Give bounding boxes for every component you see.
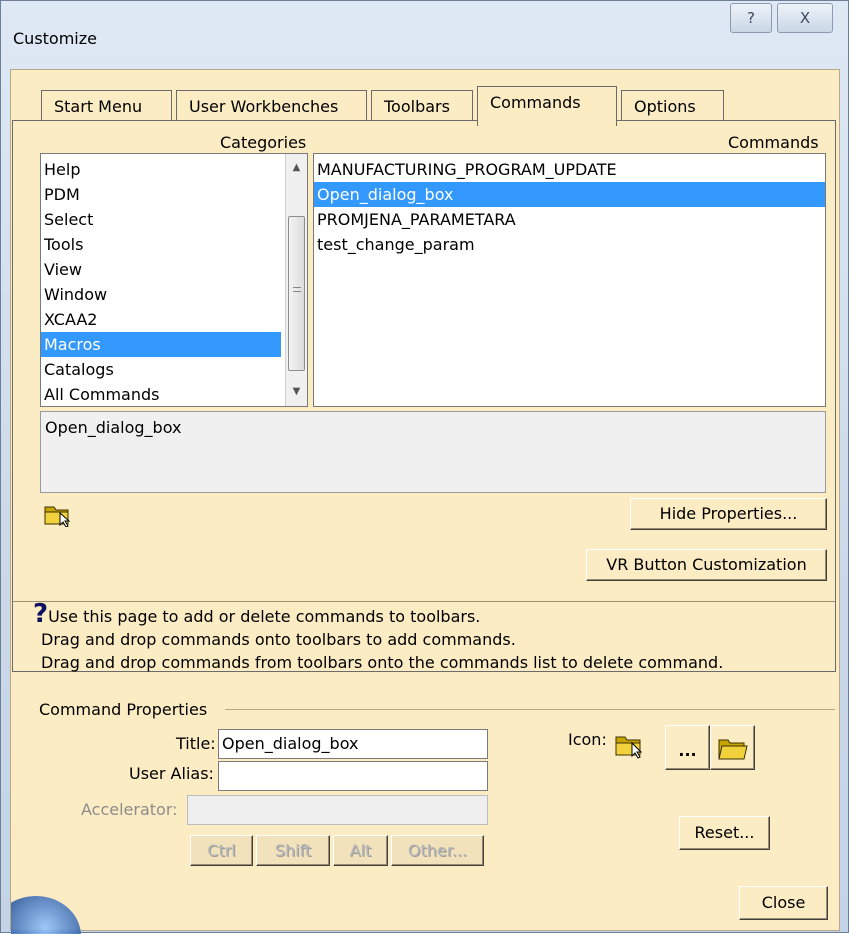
list-item[interactable]: PDM xyxy=(41,182,307,207)
list-item[interactable]: MANUFACTURING_PROGRAM_UPDATE xyxy=(314,157,825,182)
folder-cursor-icon xyxy=(44,506,71,527)
user-alias-label: User Alias: xyxy=(129,764,214,783)
categories-header: Categories xyxy=(220,133,307,152)
list-item[interactable]: All Commands xyxy=(41,382,307,406)
accelerator-label: Accelerator: xyxy=(81,800,178,819)
close-icon: X xyxy=(799,9,811,27)
dialog-client: Start Menu User Workbenches Toolbars Com… xyxy=(10,69,840,934)
help-line: Drag and drop commands from toolbars ont… xyxy=(41,653,724,672)
close-button[interactable]: Close xyxy=(739,886,828,920)
list-item[interactable]: XCAA2 xyxy=(41,307,307,332)
help-text: ?Use this page to add or delete commands… xyxy=(33,601,724,674)
command-icon-preview xyxy=(615,736,643,759)
list-item-selected[interactable]: Macros xyxy=(41,332,281,357)
vr-button-customization-button[interactable]: VR Button Customization xyxy=(586,549,827,581)
commands-header: Commands xyxy=(728,133,819,152)
user-alias-field[interactable] xyxy=(218,761,488,791)
commands-list[interactable]: MANUFACTURING_PROGRAM_UPDATE Open_dialog… xyxy=(313,153,826,407)
title-bar: Customize ? X xyxy=(1,1,849,71)
icon-label: Icon: xyxy=(568,730,607,749)
list-item[interactable]: Catalogs xyxy=(41,357,307,382)
scroll-thumb[interactable] xyxy=(288,216,305,371)
alt-button: Alt xyxy=(333,835,388,866)
reset-button[interactable]: Reset... xyxy=(679,816,770,850)
close-title-button[interactable]: X xyxy=(777,3,833,33)
scroll-down-icon[interactable]: ▼ xyxy=(286,382,307,402)
tab-toolbars[interactable]: Toolbars xyxy=(371,90,473,124)
categories-list[interactable]: Help PDM Select Tools View Window XCAA2 … xyxy=(40,153,308,407)
commands-page: Categories Commands Help PDM Select Tool… xyxy=(12,120,836,672)
tab-options[interactable]: Options xyxy=(621,90,724,124)
list-item[interactable]: Help xyxy=(41,157,307,182)
help-icon: ? xyxy=(747,9,755,27)
tab-start-menu[interactable]: Start Menu xyxy=(41,90,172,124)
window-title: Customize xyxy=(13,29,97,48)
help-title-button[interactable]: ? xyxy=(730,3,772,33)
ctrl-button: Ctrl xyxy=(190,835,253,866)
list-item[interactable]: View xyxy=(41,257,307,282)
help-line: Drag and drop commands onto toolbars to … xyxy=(41,630,516,649)
list-item-selected[interactable]: Open_dialog_box xyxy=(314,182,825,207)
catia-logo xyxy=(11,888,81,934)
title-field[interactable]: Open_dialog_box xyxy=(218,729,488,759)
shift-button: Shift xyxy=(256,835,330,866)
categories-scrollbar[interactable]: ▲ ▼ xyxy=(285,154,307,406)
question-icon: ? xyxy=(33,599,49,629)
list-item[interactable]: Select xyxy=(41,207,307,232)
accelerator-field xyxy=(187,795,488,825)
scroll-up-icon[interactable]: ▲ xyxy=(286,158,307,178)
hide-properties-button[interactable]: Hide Properties... xyxy=(630,498,827,530)
list-item[interactable]: Window xyxy=(41,282,307,307)
command-description: Open_dialog_box xyxy=(40,411,826,493)
icon-browse-button[interactable]: ... xyxy=(665,725,710,770)
tab-commands[interactable]: Commands xyxy=(477,86,617,126)
list-item[interactable]: PROMJENA_PARAMETARA xyxy=(314,207,825,232)
list-item[interactable]: test_change_param xyxy=(314,232,825,257)
title-label: Title: xyxy=(176,734,216,753)
tab-user-workbenches[interactable]: User Workbenches xyxy=(176,90,367,124)
icon-folder-button[interactable] xyxy=(710,725,755,770)
command-properties-label: Command Properties xyxy=(39,700,208,719)
other-button: Other... xyxy=(391,835,484,866)
help-line: Use this page to add or delete commands … xyxy=(48,607,481,626)
open-folder-icon xyxy=(717,739,748,760)
list-item[interactable]: Tools xyxy=(41,232,307,257)
customize-dialog: Customize ? X Start Menu User Workbenche… xyxy=(0,0,849,934)
